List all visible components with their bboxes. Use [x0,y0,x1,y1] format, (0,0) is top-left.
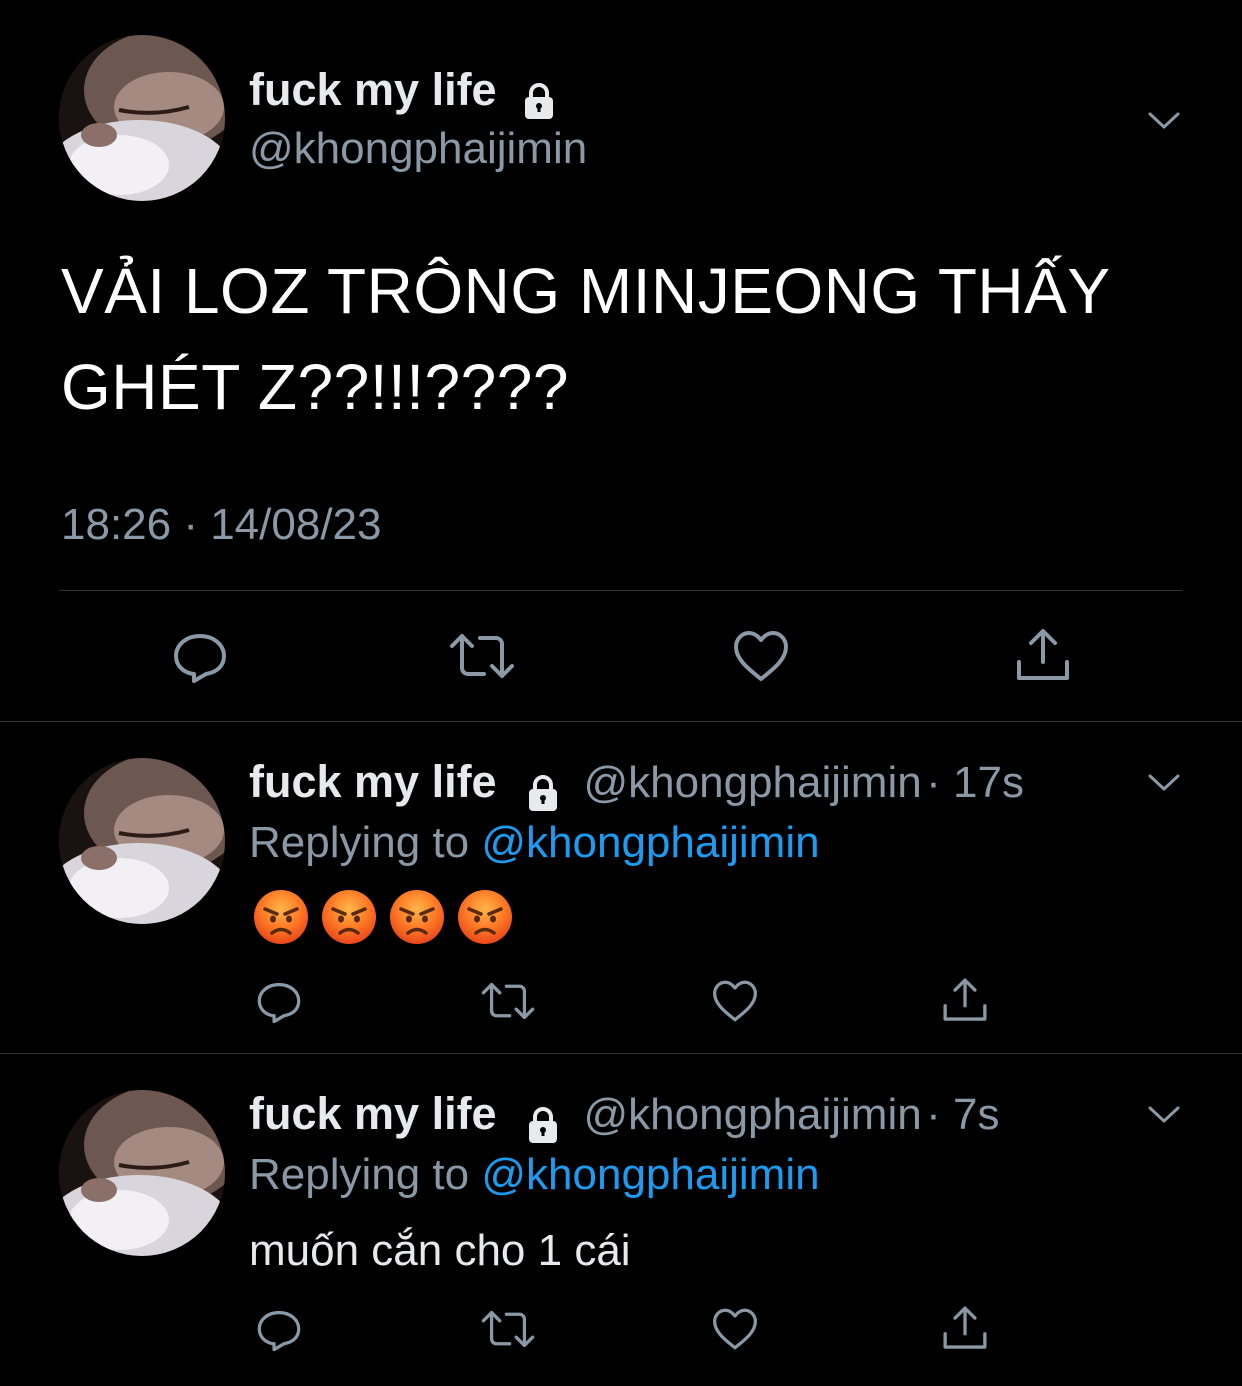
tweet-time[interactable]: · 7s [926,1090,999,1139]
angry-face-icon [254,890,308,944]
reply-icon [257,1310,301,1352]
angry-face-icon [390,890,444,944]
retweet-icon [481,982,535,1020]
divider [59,590,1183,591]
share-icon [1017,629,1069,680]
chevron-down-icon[interactable] [1144,1094,1184,1134]
avatar[interactable] [59,1090,225,1256]
tweet-text: muốn cắn cho 1 cái [249,1226,631,1275]
reply-button[interactable] [170,628,230,684]
angry-face-icon [458,890,512,944]
reply-icon [257,982,301,1024]
lock-icon [529,774,558,811]
handle[interactable]: @khongphaijimin [584,758,922,807]
avatar[interactable] [59,35,225,201]
replying-prefix: Replying to [249,818,470,867]
tweet-text: VẢI LOZ TRÔNG MINJEONG THẤY GHÉT Z??!!!?… [61,243,1111,435]
tweet-time[interactable]: · 17s [926,758,1024,807]
chevron-down-icon[interactable] [1144,100,1184,140]
heart-icon [734,631,788,681]
avatar[interactable] [59,758,225,924]
handle[interactable]: @khongphaijimin [249,124,587,174]
replying-to: Replying to @khongphaijimin [249,1150,820,1200]
share-button[interactable] [940,976,990,1024]
chevron-down-icon[interactable] [1144,762,1184,802]
retweet-button[interactable] [480,1306,536,1352]
retweet-button[interactable] [480,978,536,1024]
tweet-text-line: GHÉT Z??!!!???? [61,351,569,423]
like-button[interactable] [710,1306,760,1352]
tweet-text-line: VẢI LOZ TRÔNG MINJEONG THẤY [61,255,1111,327]
heart-icon [712,1308,757,1350]
reply-icon [174,634,226,683]
lock-icon [529,1106,558,1143]
share-button[interactable] [1013,626,1073,684]
retweet-icon [481,1310,535,1348]
divider [0,1053,1242,1054]
reply-button[interactable] [254,978,304,1024]
display-name[interactable]: fuck my life [249,64,497,115]
display-name[interactable]: fuck my life [249,756,497,807]
timestamp[interactable]: 18:26 · 14/08/23 [61,500,381,550]
reply-button[interactable] [254,1306,304,1352]
author-row: fuck my life @khongphaijimin · 17s [249,756,1024,813]
like-button[interactable] [710,978,760,1024]
author-row: fuck my life @khongphaijimin · 7s [249,1088,1000,1145]
heart-icon [712,980,757,1022]
display-name[interactable]: fuck my life [249,1088,497,1139]
replying-to: Replying to @khongphaijimin [249,818,820,868]
like-button[interactable] [731,628,791,684]
author-row: fuck my life [249,64,559,121]
retweet-button[interactable] [448,628,516,684]
mention-link[interactable]: @khongphaijimin [481,818,819,867]
replying-prefix: Replying to [249,1150,470,1199]
share-icon [943,978,987,1021]
divider [0,721,1242,722]
share-icon [943,1306,987,1349]
mention-link[interactable]: @khongphaijimin [481,1150,819,1199]
angry-face-icon [322,890,376,944]
emoji-row [253,889,525,945]
handle[interactable]: @khongphaijimin [584,1090,922,1139]
lock-icon [525,82,554,119]
retweet-icon [450,634,514,678]
share-button[interactable] [940,1304,990,1352]
